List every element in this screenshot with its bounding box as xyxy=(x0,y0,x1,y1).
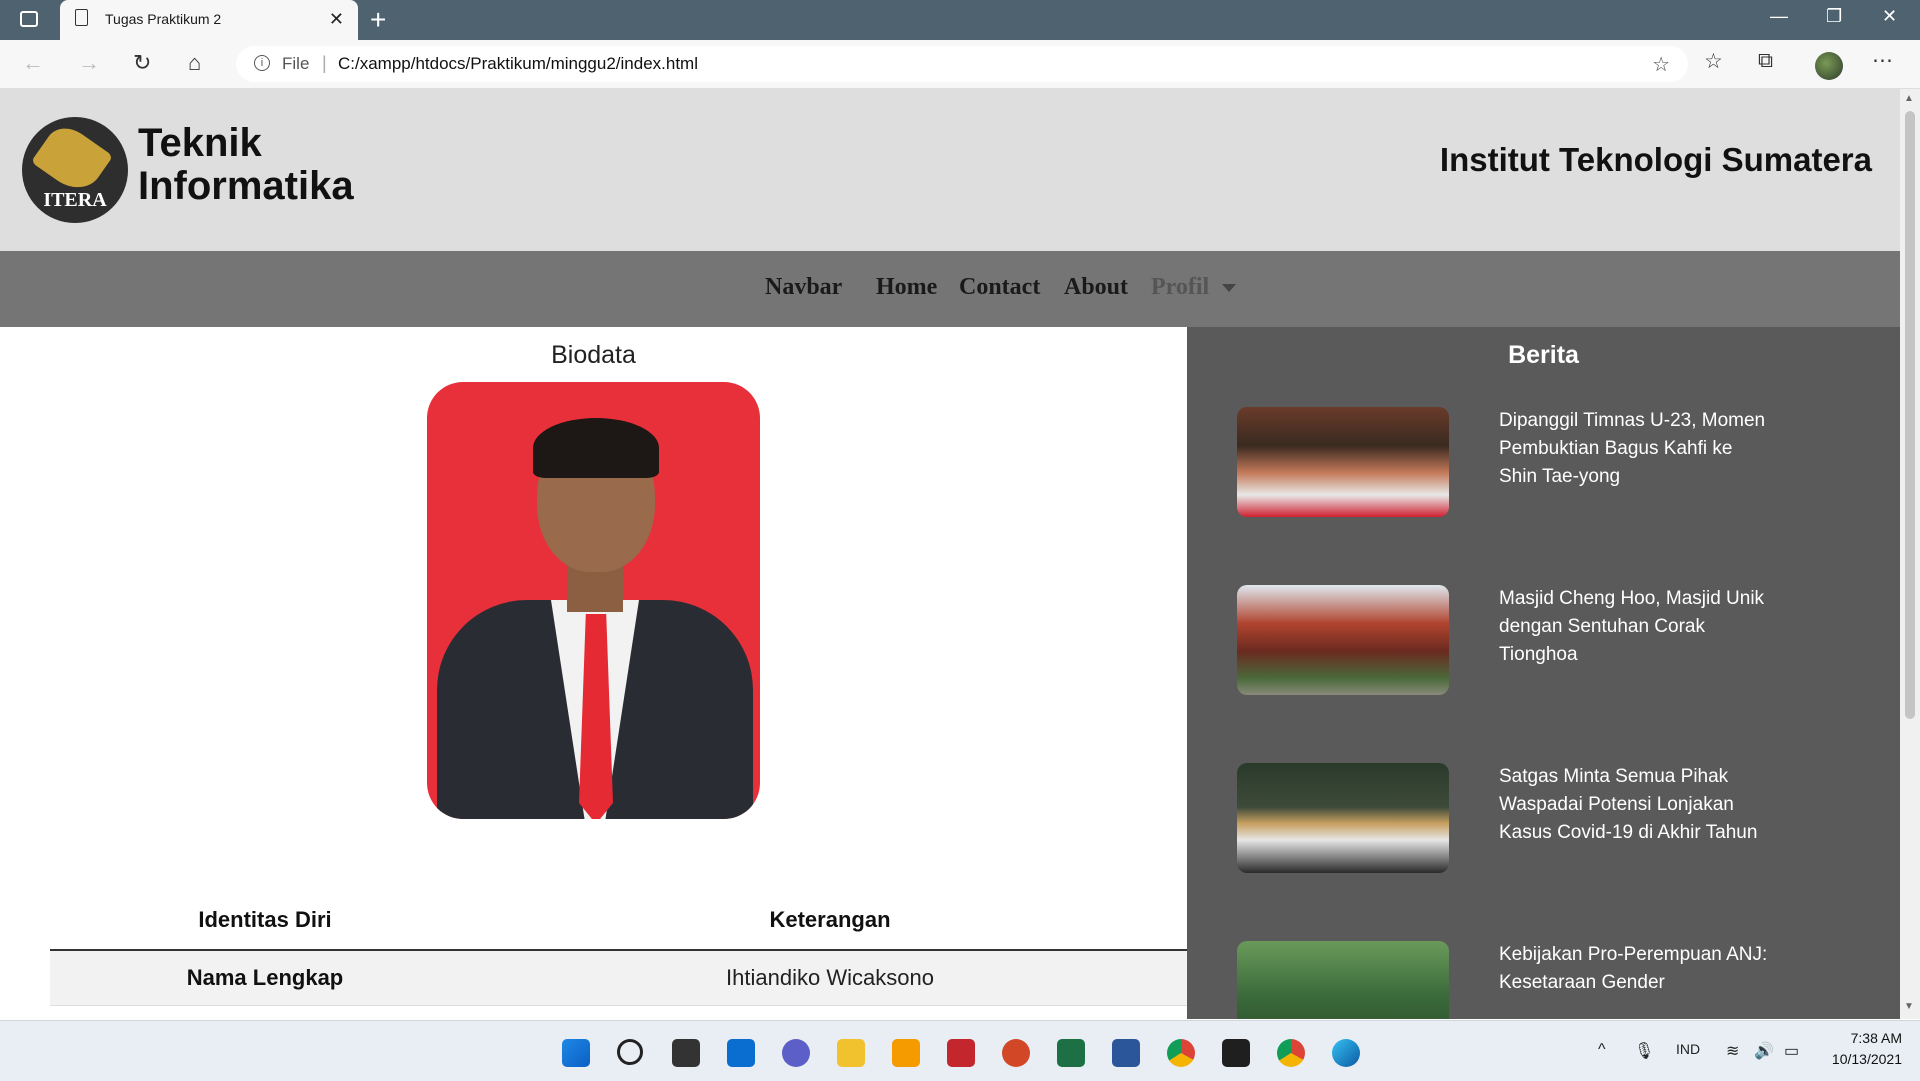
language-indicator[interactable]: IND xyxy=(1676,1041,1700,1057)
scroll-thumb[interactable] xyxy=(1905,111,1915,719)
navbar-brand[interactable]: Navbar xyxy=(765,274,842,301)
table-cell-value: Ihtiandiko Wicaksono xyxy=(726,965,934,990)
browser-toolbar: ← → ↻ ⌂ i File | C:/xampp/htdocs/Praktik… xyxy=(0,40,1920,89)
news-thumbnail[interactable] xyxy=(1237,941,1449,1019)
sticky-notes-icon[interactable] xyxy=(1222,1039,1250,1067)
chat-icon[interactable] xyxy=(782,1039,810,1067)
start-icon[interactable] xyxy=(562,1039,590,1067)
nav-about[interactable]: About xyxy=(1064,274,1128,301)
berita-title: Berita xyxy=(1508,341,1579,369)
news-item[interactable]: Kebijakan Pro-Perempuan ANJ: Kesetaraan … xyxy=(1237,941,1877,1019)
table-header-description: Keterangan xyxy=(769,907,891,932)
biodata-title: Biodata xyxy=(551,341,636,369)
web-page: ITERA Teknik Informatika Institut Teknol… xyxy=(0,89,1900,1019)
clock-date[interactable]: 10/13/2021 xyxy=(1822,1051,1902,1067)
news-item[interactable]: Dipanggil Timnas U-23, Momen Pembuktian … xyxy=(1237,407,1877,547)
address-separator: | xyxy=(322,53,327,73)
widgets-icon[interactable] xyxy=(727,1039,755,1067)
edge-icon[interactable] xyxy=(1332,1039,1360,1067)
site-header: ITERA Teknik Informatika Institut Teknol… xyxy=(0,89,1900,251)
address-url[interactable]: C:/xampp/htdocs/Praktikum/minggu2/index.… xyxy=(338,54,698,74)
chrome-icon[interactable] xyxy=(1167,1039,1195,1067)
address-prefix: File xyxy=(282,54,310,73)
news-headline[interactable]: Satgas Minta Semua Pihak Waspadai Potens… xyxy=(1499,763,1769,847)
news-thumbnail[interactable] xyxy=(1237,407,1449,517)
back-icon[interactable]: ← xyxy=(22,50,44,76)
nav-home[interactable]: Home xyxy=(876,274,937,301)
news-thumbnail[interactable] xyxy=(1237,763,1449,873)
table-header-identity: Identitas Diri xyxy=(198,907,332,932)
table-row: Nama Lengkap Ihtiandiko Wicaksono xyxy=(50,951,1187,1006)
logo-text: ITERA xyxy=(43,189,107,211)
search-icon[interactable] xyxy=(617,1039,643,1065)
microphone-icon[interactable]: 🎙 xyxy=(1634,1041,1654,1061)
brand-line-2: Informatika xyxy=(138,164,354,208)
institution-name: Institut Teknologi Sumatera xyxy=(1439,141,1872,178)
page-scrollbar[interactable]: ▲ ▼ xyxy=(1900,89,1920,1019)
scroll-up-icon[interactable]: ▲ xyxy=(1904,93,1914,104)
site-navbar: Navbar Home Contact About Profil xyxy=(0,251,1900,327)
battery-icon[interactable]: ▭ xyxy=(1784,1041,1799,1061)
tab-title: Tugas Praktikum 2 xyxy=(105,11,222,27)
news-headline[interactable]: Dipanggil Timnas U-23, Momen Pembuktian … xyxy=(1499,407,1769,491)
file-explorer-icon[interactable] xyxy=(837,1039,865,1067)
more-icon[interactable]: ⋯ xyxy=(1872,48,1893,73)
news-headline[interactable]: Masjid Cheng Hoo, Masjid Unik dengan Sen… xyxy=(1499,585,1769,669)
berita-section: Berita Dipanggil Timnas U-23, Momen Pemb… xyxy=(1187,327,1900,1019)
sublime-text-icon[interactable] xyxy=(892,1039,920,1067)
minimize-icon[interactable]: — xyxy=(1770,6,1788,27)
tab-actions-icon[interactable] xyxy=(20,11,38,27)
powerpoint-icon[interactable] xyxy=(1002,1039,1030,1067)
home-icon[interactable]: ⌂ xyxy=(188,50,201,76)
clock-time[interactable]: 7:38 AM xyxy=(1822,1030,1902,1046)
volume-icon[interactable]: 🔊 xyxy=(1754,1041,1774,1061)
logo-emblem xyxy=(30,119,114,199)
add-favorite-icon[interactable]: ☆ xyxy=(1652,52,1670,77)
word-icon[interactable] xyxy=(1112,1039,1140,1067)
table-cell-label: Nama Lengkap xyxy=(186,965,344,990)
biodata-section: Biodata Identitas Diri Keterangan Nama L… xyxy=(0,327,1187,1019)
brand-line-1: Teknik xyxy=(138,121,262,165)
itera-logo: ITERA xyxy=(22,117,128,223)
chevron-down-icon[interactable] xyxy=(1222,284,1236,292)
refresh-icon[interactable]: ↻ xyxy=(133,50,151,76)
browser-tab[interactable]: Tugas Praktikum 2 ✕ xyxy=(60,0,358,40)
windows-taskbar: ^ 🎙 IND ≋ 🔊 ▭ 7:38 AM 10/13/2021 xyxy=(0,1020,1920,1081)
page-icon xyxy=(75,9,88,26)
address-bar[interactable]: i File | C:/xampp/htdocs/Praktikum/mingg… xyxy=(236,46,1688,82)
forward-icon[interactable]: → xyxy=(78,50,100,76)
nav-profil-dropdown[interactable]: Profil xyxy=(1151,274,1209,301)
browser-titlebar: Tugas Praktikum 2 ✕ + — ❐ ✕ xyxy=(0,0,1920,40)
wifi-icon[interactable]: ≋ xyxy=(1726,1041,1739,1061)
new-tab-button[interactable]: + xyxy=(370,4,386,36)
favorites-icon[interactable]: ☆ xyxy=(1704,49,1723,74)
close-tab-icon[interactable]: ✕ xyxy=(329,9,344,30)
news-item[interactable]: Satgas Minta Semua Pihak Waspadai Potens… xyxy=(1237,763,1877,903)
nav-contact[interactable]: Contact xyxy=(959,274,1040,301)
access-icon[interactable] xyxy=(947,1039,975,1067)
restore-icon[interactable]: ❐ xyxy=(1826,6,1842,27)
chevron-up-icon[interactable]: ^ xyxy=(1598,1041,1606,1059)
photo-hair xyxy=(533,418,659,478)
collections-icon[interactable]: ⧉ xyxy=(1758,49,1773,73)
profile-photo xyxy=(427,382,760,819)
news-item[interactable]: Masjid Cheng Hoo, Masjid Unik dengan Sen… xyxy=(1237,585,1877,725)
excel-icon[interactable] xyxy=(1057,1039,1085,1067)
chrome-profile-icon[interactable] xyxy=(1277,1039,1305,1067)
profile-avatar[interactable] xyxy=(1815,52,1843,80)
info-icon[interactable]: i xyxy=(254,55,270,71)
news-thumbnail[interactable] xyxy=(1237,585,1449,695)
task-view-icon[interactable] xyxy=(672,1039,700,1067)
scroll-down-icon[interactable]: ▼ xyxy=(1904,1001,1914,1012)
news-headline[interactable]: Kebijakan Pro-Perempuan ANJ: Kesetaraan … xyxy=(1499,941,1769,997)
close-window-icon[interactable]: ✕ xyxy=(1882,6,1897,27)
